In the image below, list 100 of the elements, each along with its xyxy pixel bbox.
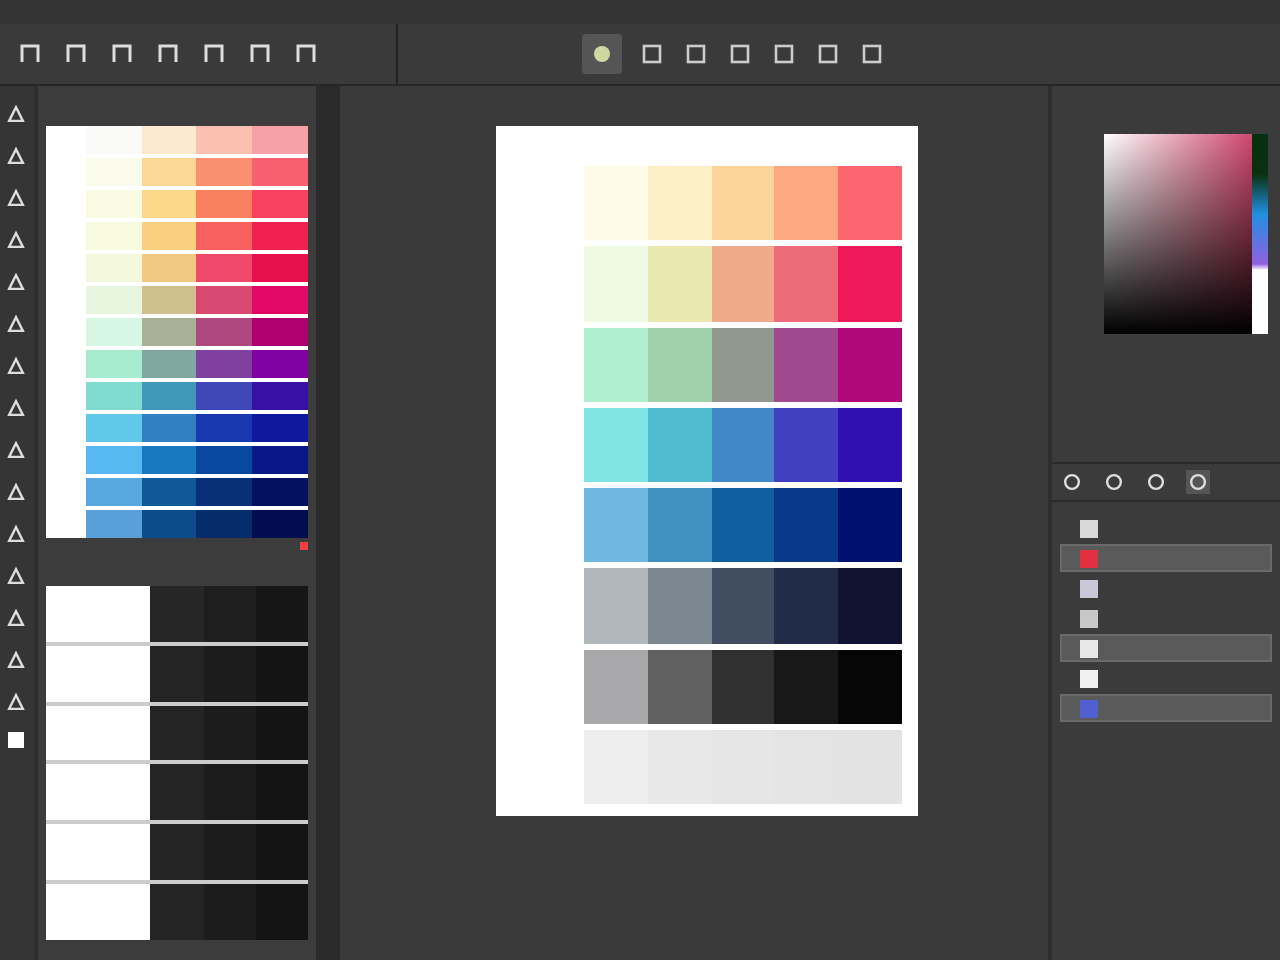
swatch[interactable] [203,645,256,702]
tool-icon[interactable] [4,270,29,294]
swatch[interactable] [141,286,197,314]
swatch[interactable] [196,190,253,218]
tool-icon[interactable] [4,606,29,630]
swatch[interactable] [252,382,309,410]
swatch[interactable] [252,158,309,186]
tool-option-icon[interactable] [814,40,842,68]
swatch[interactable] [45,884,151,940]
swatch[interactable] [196,254,253,282]
swatch[interactable] [85,446,142,474]
tool-option-icon[interactable] [108,40,136,68]
swatch[interactable] [85,414,142,442]
swatch[interactable] [85,350,142,378]
swatch[interactable] [85,510,142,538]
swatch[interactable] [141,478,197,506]
color-swatch[interactable] [8,732,25,748]
swatch[interactable] [196,286,253,314]
swatch[interactable] [150,824,204,881]
tool-option-icon[interactable] [682,40,710,68]
swatch[interactable] [252,414,309,442]
swatch[interactable] [141,318,197,346]
swatch[interactable] [196,222,253,250]
swatch[interactable] [255,764,309,821]
tool-option-icon[interactable] [638,40,666,68]
swatch[interactable] [203,884,256,940]
swatch[interactable] [141,350,197,378]
swatch[interactable] [45,586,151,642]
tool-option-icon[interactable] [858,40,886,68]
swatch[interactable] [252,510,309,538]
tool-icon[interactable] [4,144,29,168]
tool-option-icon[interactable] [154,40,182,68]
tool-option-icon[interactable] [726,40,754,68]
swatch[interactable] [196,158,253,186]
swatch[interactable] [141,126,197,154]
swatch[interactable] [255,705,309,761]
swatch[interactable] [85,318,142,346]
swatch[interactable] [252,190,309,218]
swatch[interactable] [252,126,309,154]
tool-icon[interactable] [4,480,29,504]
swatch[interactable] [85,286,142,314]
panel-tab-icon[interactable] [1186,470,1210,494]
swatch[interactable] [150,764,204,821]
swatch[interactable] [252,318,309,346]
tool-icon[interactable] [4,354,29,378]
swatch[interactable] [196,414,253,442]
swatch[interactable] [150,705,204,761]
swatch[interactable] [203,586,256,642]
swatch[interactable] [252,350,309,378]
layer-row[interactable] [1060,634,1272,662]
swatch[interactable] [203,764,256,821]
swatch[interactable] [252,446,309,474]
swatch[interactable] [45,705,151,761]
swatch[interactable] [85,254,142,282]
tool-icon[interactable] [4,228,29,252]
swatch[interactable] [141,446,197,474]
swatch[interactable] [196,510,253,538]
swatch[interactable] [85,478,142,506]
tool-icon[interactable] [4,438,29,462]
swatch[interactable] [141,158,197,186]
swatch[interactable] [252,254,309,282]
panel-tab-icon[interactable] [1102,470,1126,494]
swatch[interactable] [141,382,197,410]
swatch[interactable] [255,884,309,940]
swatch[interactable] [141,222,197,250]
swatch[interactable] [255,645,309,702]
swatch[interactable] [203,824,256,881]
swatch[interactable] [203,705,256,761]
swatch[interactable] [141,414,197,442]
swatch[interactable] [85,190,142,218]
swatch[interactable] [196,126,253,154]
swatch[interactable] [150,884,204,940]
swatch[interactable] [45,645,151,702]
swatch[interactable] [252,222,309,250]
tool-icon[interactable] [4,312,29,336]
tool-icon[interactable] [4,522,29,546]
swatch[interactable] [196,478,253,506]
swatch[interactable] [255,586,309,642]
swatch[interactable] [150,645,204,702]
swatch[interactable] [141,190,197,218]
swatch[interactable] [252,478,309,506]
tool-option-icon[interactable] [62,40,90,68]
tool-icon[interactable] [4,690,29,714]
swatch[interactable] [255,824,309,881]
swatch[interactable] [196,446,253,474]
tool-icon[interactable] [4,648,29,672]
tool-icon[interactable] [4,102,29,126]
swatch[interactable] [85,222,142,250]
tool-icon[interactable] [4,396,29,420]
swatch[interactable] [85,158,142,186]
swatch[interactable] [85,126,142,154]
swatch[interactable] [196,350,253,378]
tool-option-icon[interactable] [200,40,228,68]
tool-icon[interactable] [4,564,29,588]
tool-option-icon[interactable] [770,40,798,68]
swatch[interactable] [196,318,253,346]
swatch[interactable] [45,824,151,881]
tool-icon[interactable] [4,186,29,210]
swatch[interactable] [141,254,197,282]
swatch[interactable] [196,382,253,410]
